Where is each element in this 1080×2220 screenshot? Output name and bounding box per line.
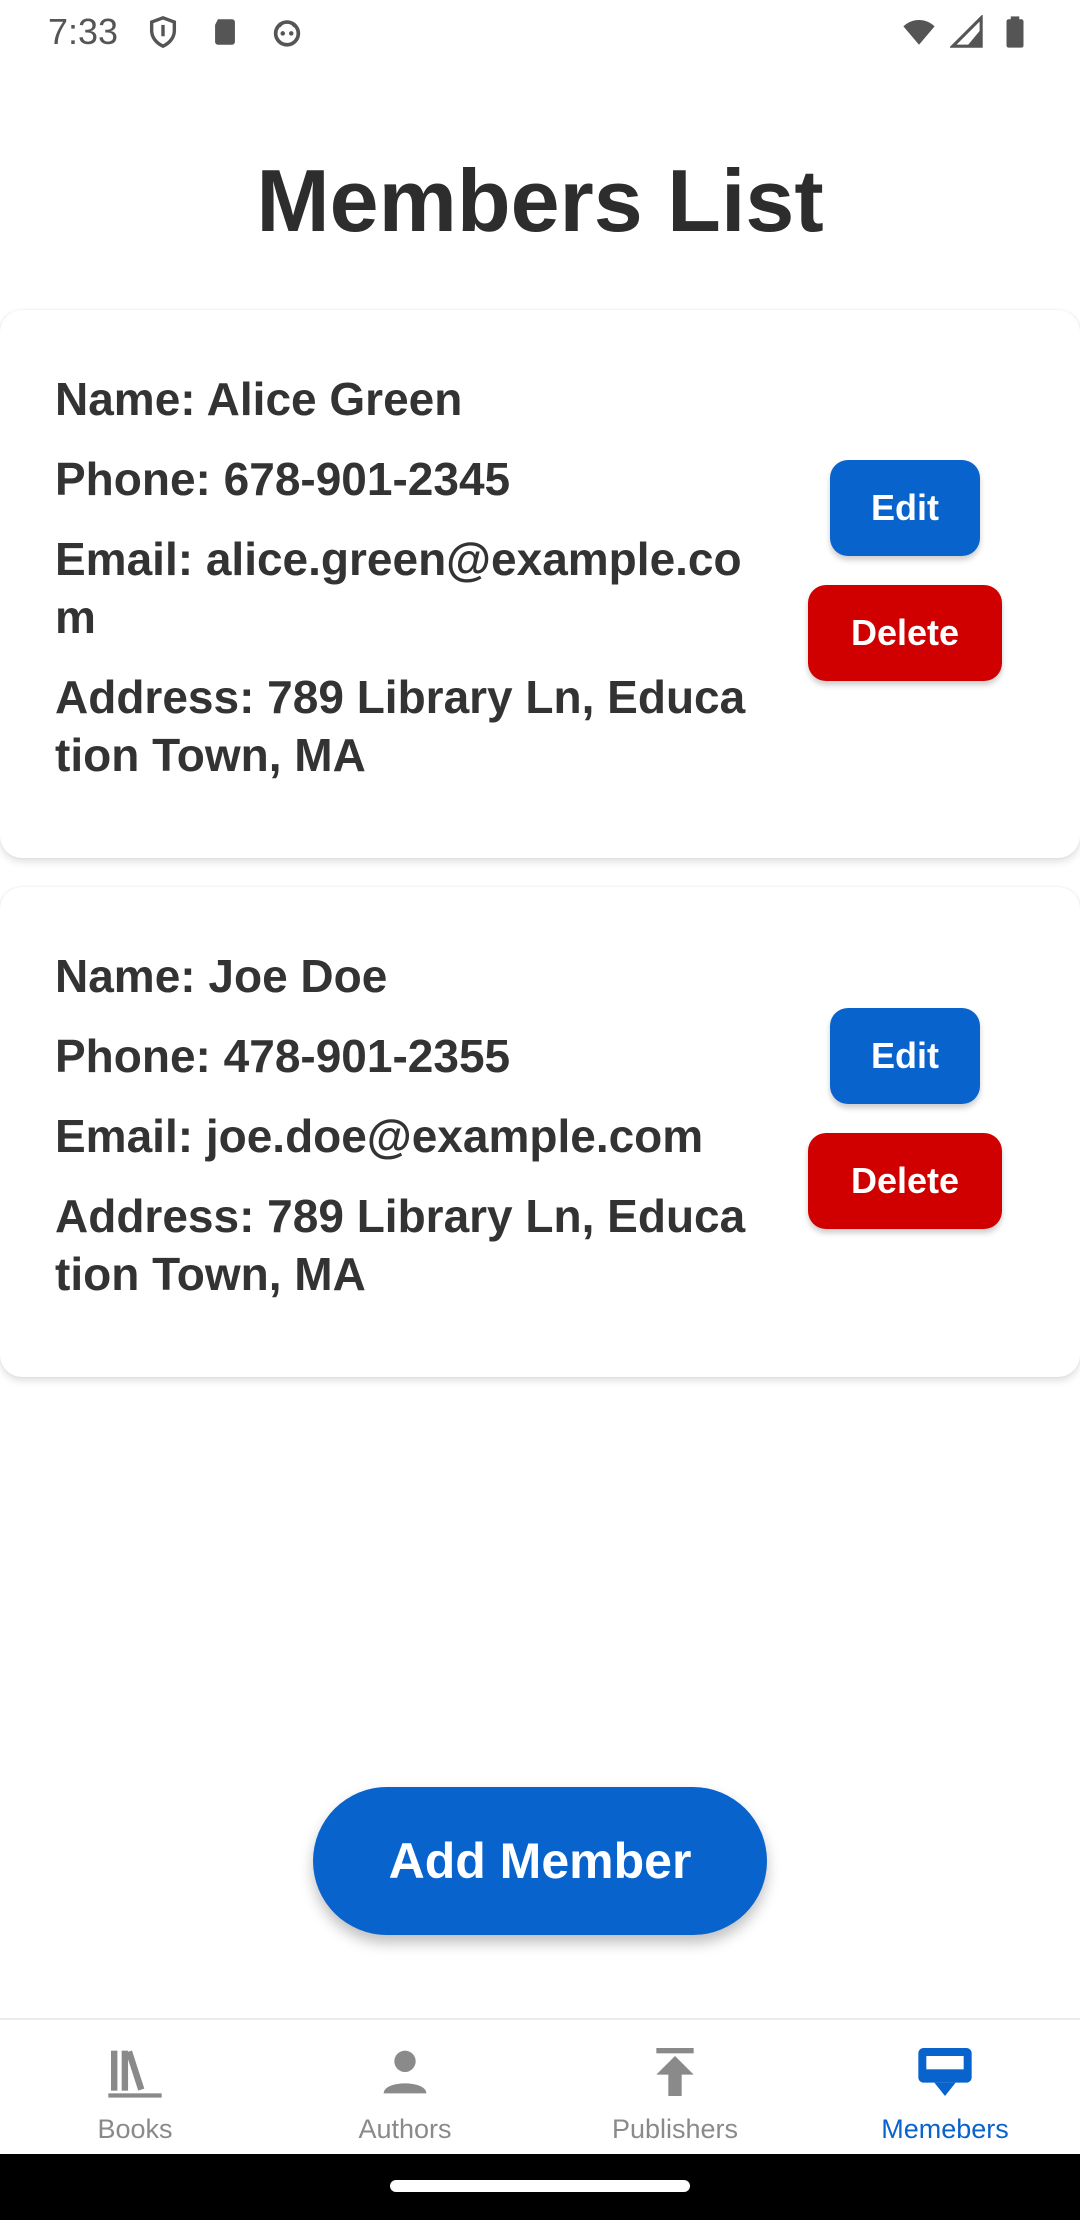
nav-item-publishers[interactable]: Publishers bbox=[540, 2020, 810, 2154]
delete-button[interactable]: Delete bbox=[808, 1133, 1002, 1229]
books-icon bbox=[108, 2050, 162, 2098]
nav-label: Authors bbox=[358, 2114, 452, 2144]
member-info: Name: Alice Green Phone: 678-901-2345 Em… bbox=[55, 370, 755, 806]
system-gesture-bar bbox=[0, 2154, 1080, 2220]
robot-face-icon bbox=[273, 20, 301, 47]
edit-button[interactable]: Edit bbox=[830, 460, 980, 556]
shield-icon bbox=[150, 16, 177, 49]
nav-label: Books bbox=[97, 2114, 173, 2144]
nav-label: Publishers bbox=[611, 2114, 739, 2144]
member-info: Name: Joe Doe Phone: 478-901-2355 Email:… bbox=[55, 947, 755, 1325]
member-card: Name: Joe Doe Phone: 478-901-2355 Email:… bbox=[0, 887, 1080, 1377]
battery-icon bbox=[1006, 16, 1024, 48]
status-bar: 7:33 bbox=[0, 0, 1080, 64]
member-name: Name: Joe Doe bbox=[55, 950, 388, 1002]
member-email: Email: joe.doe@example.com bbox=[55, 1110, 704, 1162]
member-phone: Phone: 678-901-2345 bbox=[55, 453, 511, 505]
cell-signal-icon bbox=[950, 15, 983, 48]
add-member-button[interactable]: Add Member bbox=[313, 1787, 767, 1935]
sd-card-icon bbox=[215, 19, 235, 45]
members-card-icon bbox=[918, 2048, 972, 2096]
nav-label: Memebers bbox=[881, 2114, 1009, 2144]
edit-button[interactable]: Edit bbox=[830, 1008, 980, 1104]
member-name: Name: Alice Green bbox=[55, 373, 463, 425]
nav-item-authors[interactable]: Authors bbox=[270, 2020, 540, 2154]
home-indicator[interactable] bbox=[390, 2180, 690, 2192]
bottom-navigation: Books Authors Publishers Memebers bbox=[0, 2018, 1080, 2154]
person-icon bbox=[383, 2050, 427, 2094]
status-time: 7:33 bbox=[48, 11, 119, 52]
member-address: Address: 789 Library Ln, Education Town,… bbox=[55, 1190, 746, 1300]
nav-item-members[interactable]: Memebers bbox=[810, 2020, 1080, 2154]
member-email: Email: alice.green@example.com bbox=[55, 533, 742, 643]
app-screen: 7:33 Members List Name: Alice Green Phon… bbox=[0, 0, 1080, 2220]
nav-item-books[interactable]: Books bbox=[0, 2020, 270, 2154]
publish-icon bbox=[656, 2048, 694, 2096]
wifi-icon bbox=[903, 19, 935, 45]
member-card: Name: Alice Green Phone: 678-901-2345 Em… bbox=[0, 310, 1080, 858]
member-phone: Phone: 478-901-2355 bbox=[55, 1030, 511, 1082]
delete-button[interactable]: Delete bbox=[808, 585, 1002, 681]
page-title: Members List bbox=[256, 151, 824, 250]
member-address: Address: 789 Library Ln, Education Town,… bbox=[55, 671, 746, 781]
